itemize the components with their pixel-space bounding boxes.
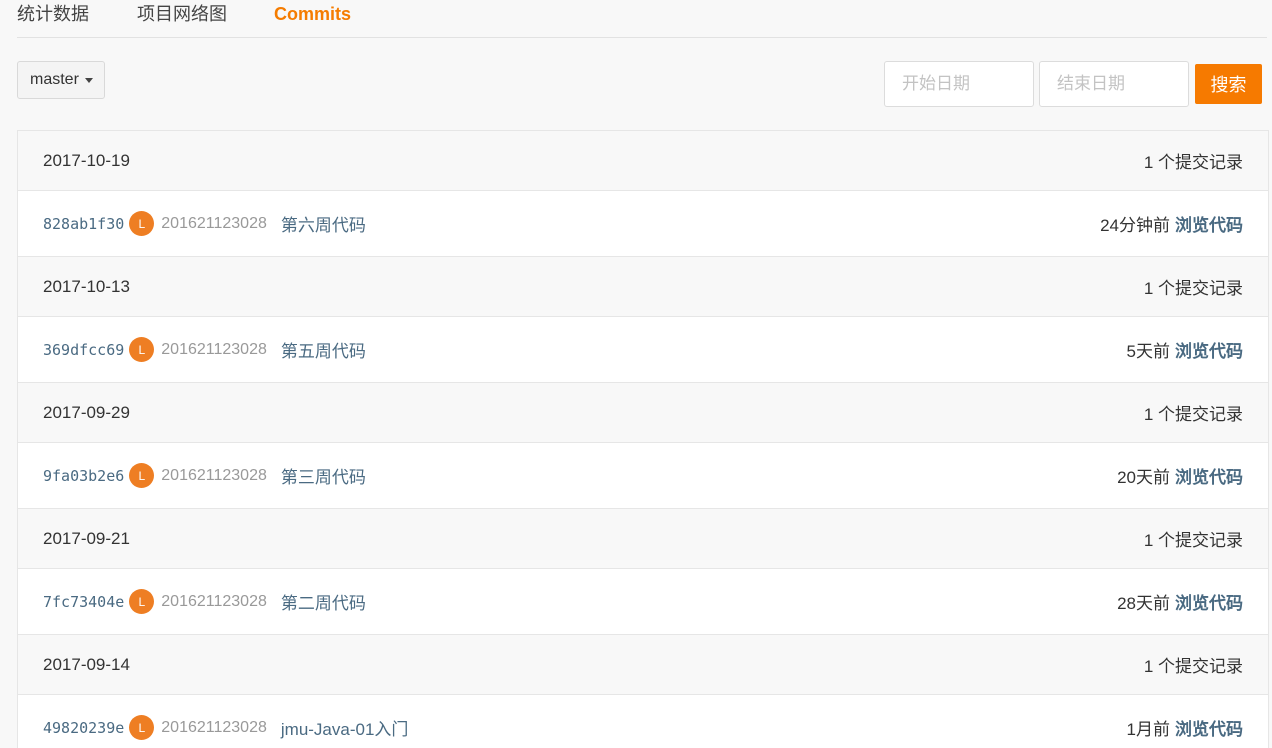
commit-group-header: 2017-09-29 1 个提交记录 [18,383,1268,443]
commit-message-link[interactable]: 第三周代码 [281,463,366,488]
commit-sha-link[interactable]: 7fc73404e [43,593,124,611]
group-commit-count: 1 个提交记录 [1143,279,1243,298]
commit-sha-link[interactable]: 49820239e [43,719,124,737]
group-date: 2017-10-19 [43,150,130,170]
commit-author[interactable]: 201621123028 [161,341,267,359]
avatar[interactable]: L [129,715,155,740]
avatar[interactable]: L [129,211,155,236]
browse-code-link[interactable]: 浏览代码 [1175,463,1243,488]
tab-statistics[interactable]: 统计数据 [17,3,89,25]
start-date-input[interactable] [884,61,1034,107]
branch-label: master [30,71,79,88]
group-commit-count: 1 个提交记录 [1143,405,1243,424]
commit-group-header: 2017-10-19 1 个提交记录 [18,131,1268,191]
commit-time: 20天前 [1117,468,1170,487]
commit-time: 1月前 [1126,720,1170,739]
avatar[interactable]: L [129,463,155,488]
commit-group-header: 2017-09-14 1 个提交记录 [18,635,1268,695]
tab-bar: 统计数据 项目网络图 Commits [17,0,1267,38]
browse-code-link[interactable]: 浏览代码 [1175,337,1243,362]
group-date: 2017-09-14 [43,654,130,674]
group-commit-count: 1 个提交记录 [1143,153,1243,172]
group-date: 2017-09-21 [43,528,130,548]
commit-row: 49820239e L 201621123028 jmu-Java-01入门 1… [18,695,1268,748]
browse-code-link[interactable]: 浏览代码 [1175,589,1243,614]
search-button[interactable]: 搜索 [1195,64,1262,104]
end-date-input[interactable] [1039,61,1189,107]
commit-row: 369dfcc69 L 201621123028 第五周代码 5天前 浏览代码 [18,317,1268,383]
commit-list: 2017-10-19 1 个提交记录 828ab1f30 L 201621123… [17,130,1269,748]
commit-sha-link[interactable]: 369dfcc69 [43,341,124,359]
commit-author[interactable]: 201621123028 [161,719,267,737]
tab-network-graph[interactable]: 项目网络图 [137,3,227,25]
commit-row: 828ab1f30 L 201621123028 第六周代码 24分钟前 浏览代… [18,191,1268,257]
browse-code-link[interactable]: 浏览代码 [1175,715,1243,740]
commit-group-header: 2017-09-21 1 个提交记录 [18,509,1268,569]
tab-commits[interactable]: Commits [274,3,351,25]
commit-message-link[interactable]: 第六周代码 [281,211,366,236]
commit-author[interactable]: 201621123028 [161,215,267,233]
chevron-down-icon [84,77,93,83]
commit-row: 9fa03b2e6 L 201621123028 第三周代码 20天前 浏览代码 [18,443,1268,509]
branch-selector[interactable]: master [17,61,105,99]
group-commit-count: 1 个提交记录 [1143,531,1243,550]
group-date: 2017-10-13 [43,276,130,296]
commit-message-link[interactable]: 第五周代码 [281,337,366,362]
commit-sha-link[interactable]: 828ab1f30 [43,215,124,233]
group-commit-count: 1 个提交记录 [1143,657,1243,676]
avatar[interactable]: L [129,337,155,362]
commit-time: 28天前 [1117,594,1170,613]
commit-sha-link[interactable]: 9fa03b2e6 [43,467,124,485]
commit-message-link[interactable]: 第二周代码 [281,589,366,614]
commit-row: 7fc73404e L 201621123028 第二周代码 28天前 浏览代码 [18,569,1268,635]
avatar[interactable]: L [129,589,155,614]
commit-message-link[interactable]: jmu-Java-01入门 [281,715,409,740]
browse-code-link[interactable]: 浏览代码 [1175,211,1243,236]
commits-page: 统计数据 项目网络图 Commits master 搜索 2017-10-19 … [0,0,1272,748]
commit-time: 24分钟前 [1100,216,1170,235]
commit-author[interactable]: 201621123028 [161,593,267,611]
commit-group-header: 2017-10-13 1 个提交记录 [18,257,1268,317]
group-date: 2017-09-29 [43,402,130,422]
commit-author[interactable]: 201621123028 [161,467,267,485]
commit-time: 5天前 [1126,342,1170,361]
